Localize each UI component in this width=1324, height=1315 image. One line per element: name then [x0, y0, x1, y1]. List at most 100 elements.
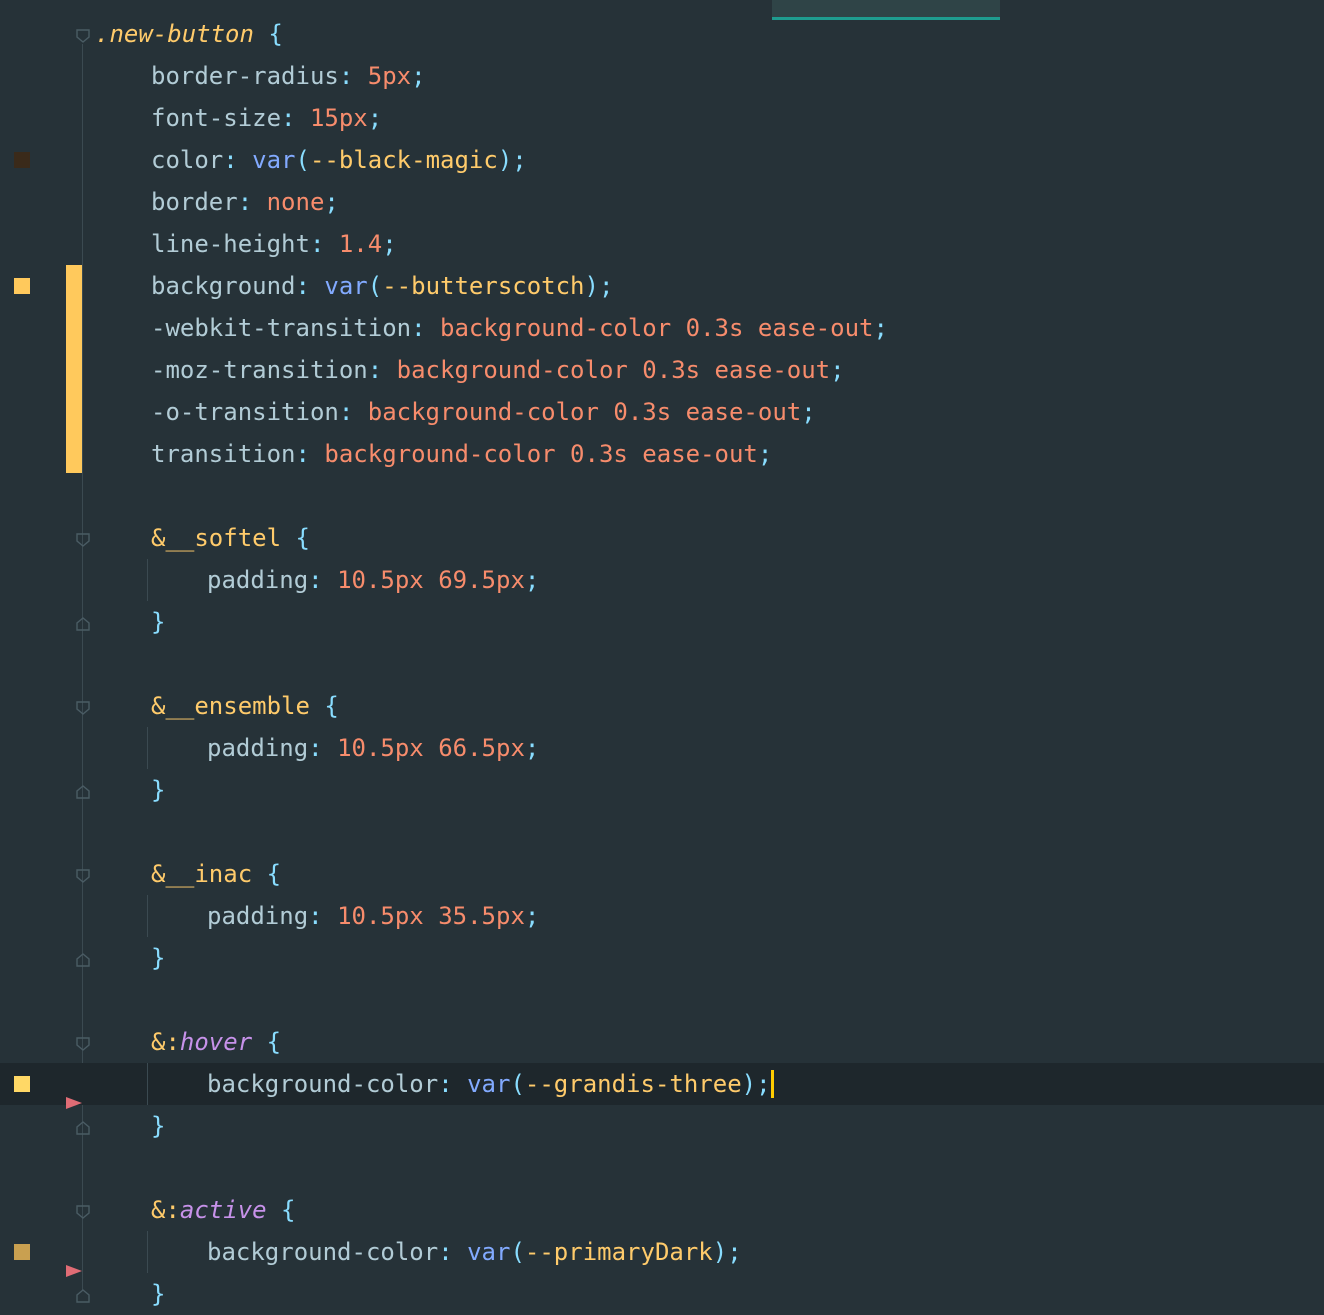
code-line[interactable]: color: var(--black-magic); — [0, 139, 1324, 181]
code-token: : — [308, 902, 338, 930]
code-token: : — [309, 230, 339, 258]
code-line[interactable]: } — [0, 1273, 1324, 1315]
code-line[interactable]: } — [0, 1105, 1324, 1147]
code-token: ); — [712, 1238, 742, 1266]
code-text[interactable]: padding: 10.5px 69.5px; — [207, 565, 539, 595]
code-text[interactable]: line-height: 1.4; — [151, 229, 397, 259]
code-line[interactable]: background-color: var(--primaryDark); — [0, 1231, 1324, 1277]
fold-open-icon[interactable] — [75, 700, 91, 716]
code-line[interactable]: border-radius: 5px; — [0, 55, 1324, 97]
code-line[interactable] — [0, 1147, 1324, 1189]
fold-open-icon[interactable] — [75, 1204, 91, 1220]
code-text[interactable]: border-radius: 5px; — [151, 61, 426, 91]
code-line[interactable] — [0, 475, 1324, 517]
code-text[interactable]: border: none; — [151, 187, 339, 217]
code-token: ; — [757, 440, 773, 468]
code-line[interactable]: &:hover { — [0, 1021, 1324, 1063]
code-text[interactable]: } — [151, 1111, 165, 1141]
code-text[interactable]: -webkit-transition: background-color 0.3… — [151, 313, 888, 343]
code-line[interactable]: -o-transition: background-color 0.3s eas… — [0, 391, 1324, 433]
code-line[interactable] — [0, 643, 1324, 685]
code-token: padding — [207, 902, 309, 930]
code-text[interactable]: background-color: var(--grandis-three); — [207, 1069, 774, 1099]
code-text[interactable]: .new-button { — [95, 19, 283, 49]
code-line[interactable]: padding: 10.5px 69.5px; — [0, 559, 1324, 601]
code-token: border — [151, 188, 238, 216]
code-token: ; — [801, 398, 816, 426]
code-line[interactable]: line-height: 1.4; — [0, 223, 1324, 265]
code-text[interactable]: padding: 10.5px 35.5px; — [207, 901, 539, 931]
code-token: background-color 0.3s ease-out — [396, 356, 831, 384]
code-token: ); — [741, 1070, 771, 1098]
fold-end-icon[interactable] — [75, 784, 91, 800]
color-swatch[interactable] — [14, 1076, 30, 1092]
code-text[interactable]: &:active { — [151, 1195, 296, 1225]
code-text[interactable]: &__inac { — [151, 859, 281, 889]
code-line[interactable]: &__inac { — [0, 853, 1324, 895]
code-line[interactable]: background-color: var(--grandis-three); — [0, 1063, 1324, 1109]
code-line[interactable]: border: none; — [0, 181, 1324, 223]
code-line[interactable]: padding: 10.5px 66.5px; — [0, 727, 1324, 769]
fold-end-icon[interactable] — [75, 616, 91, 632]
code-text[interactable]: background: var(--butterscotch); — [151, 271, 613, 301]
code-token: : — [223, 146, 253, 174]
code-text[interactable]: transition: background-color 0.3s ease-o… — [151, 439, 772, 469]
code-line[interactable]: } — [0, 601, 1324, 643]
code-text[interactable]: &:hover { — [151, 1027, 281, 1057]
code-text[interactable]: -o-transition: background-color 0.3s eas… — [151, 397, 816, 427]
code-token: ; — [873, 314, 888, 342]
code-line[interactable]: &__softel { — [0, 517, 1324, 559]
code-text[interactable]: -moz-transition: background-color 0.3s e… — [151, 355, 845, 385]
code-token: ; — [524, 902, 540, 930]
code-text[interactable]: } — [151, 943, 165, 973]
code-line[interactable]: &__ensemble { — [0, 685, 1324, 727]
code-text[interactable]: } — [151, 775, 165, 805]
code-token: : — [295, 272, 325, 300]
code-token: } — [151, 1112, 166, 1140]
code-token: : — [237, 188, 267, 216]
code-text[interactable]: } — [151, 607, 165, 637]
code-line[interactable]: .new-button { — [0, 13, 1324, 55]
code-token: : — [308, 566, 338, 594]
fold-open-icon[interactable] — [75, 1036, 91, 1052]
code-token: { — [252, 1028, 282, 1056]
code-line[interactable]: &:active { — [0, 1189, 1324, 1231]
fold-end-icon[interactable] — [75, 1120, 91, 1136]
code-line[interactable]: } — [0, 937, 1324, 979]
code-line[interactable]: background: var(--butterscotch); — [0, 265, 1324, 307]
code-token: { — [266, 1196, 296, 1224]
indent-guide — [147, 727, 148, 769]
fold-open-icon[interactable] — [75, 868, 91, 884]
code-text[interactable]: padding: 10.5px 66.5px; — [207, 733, 539, 763]
code-line[interactable]: -moz-transition: background-color 0.3s e… — [0, 349, 1324, 391]
code-line[interactable]: } — [0, 769, 1324, 811]
code-text[interactable]: color: var(--black-magic); — [151, 145, 527, 175]
code-token: } — [151, 1280, 166, 1308]
fold-end-icon[interactable] — [75, 1288, 91, 1304]
code-line[interactable]: transition: background-color 0.3s ease-o… — [0, 433, 1324, 475]
fold-end-icon[interactable] — [75, 952, 91, 968]
code-line[interactable] — [0, 979, 1324, 1021]
code-token: ( — [510, 1070, 525, 1098]
code-text[interactable]: background-color: var(--primaryDark); — [207, 1237, 742, 1267]
code-line[interactable]: padding: 10.5px 35.5px; — [0, 895, 1324, 937]
color-swatch[interactable] — [14, 278, 30, 294]
code-token: var — [252, 146, 296, 174]
color-swatch[interactable] — [14, 152, 30, 168]
code-text[interactable]: font-size: 15px; — [151, 103, 382, 133]
code-token: &__softel — [151, 524, 282, 552]
code-token: transition — [151, 440, 296, 468]
code-line[interactable]: font-size: 15px; — [0, 97, 1324, 139]
code-token: --primaryDark — [524, 1238, 713, 1266]
code-line[interactable] — [0, 811, 1324, 853]
color-swatch[interactable] — [14, 1244, 30, 1260]
code-line[interactable]: -webkit-transition: background-color 0.3… — [0, 307, 1324, 349]
code-text[interactable]: &__softel { — [151, 523, 310, 553]
code-token: -webkit-transition — [151, 314, 412, 342]
code-token: --butterscotch — [382, 272, 585, 300]
fold-open-icon[interactable] — [75, 532, 91, 548]
code-text[interactable]: &__ensemble { — [151, 691, 339, 721]
code-token: background-color 0.3s ease-out — [324, 440, 758, 468]
code-text[interactable]: } — [151, 1279, 165, 1309]
fold-open-icon[interactable] — [75, 28, 91, 44]
